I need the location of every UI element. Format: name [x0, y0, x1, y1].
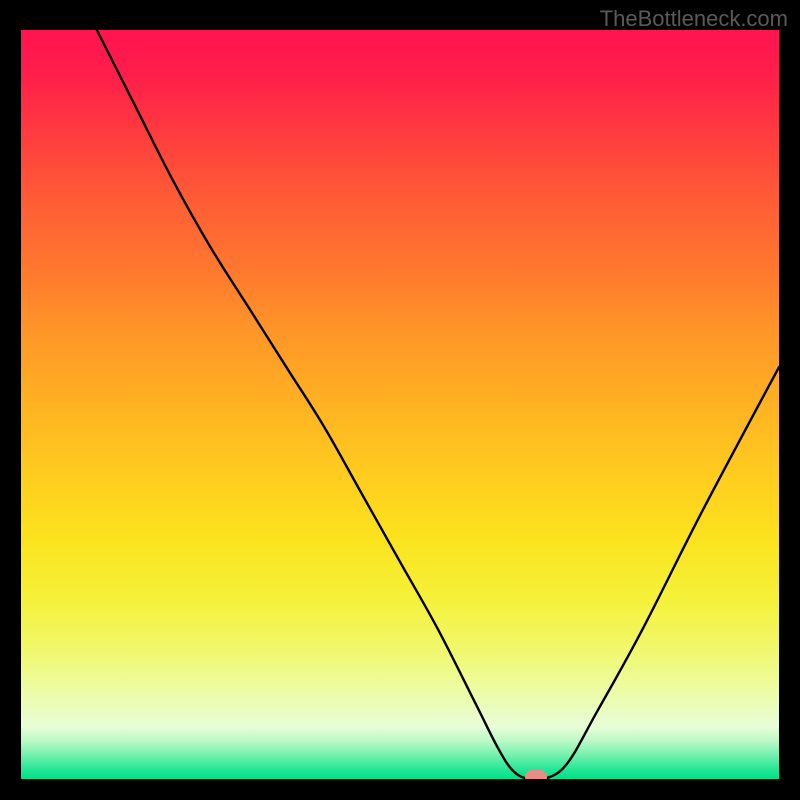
bottleneck-curve	[21, 30, 779, 779]
plot-area	[21, 30, 779, 779]
chart-container: TheBottleneck.com	[0, 0, 800, 800]
watermark-text: TheBottleneck.com	[600, 6, 788, 32]
optimal-point-marker	[525, 770, 547, 779]
